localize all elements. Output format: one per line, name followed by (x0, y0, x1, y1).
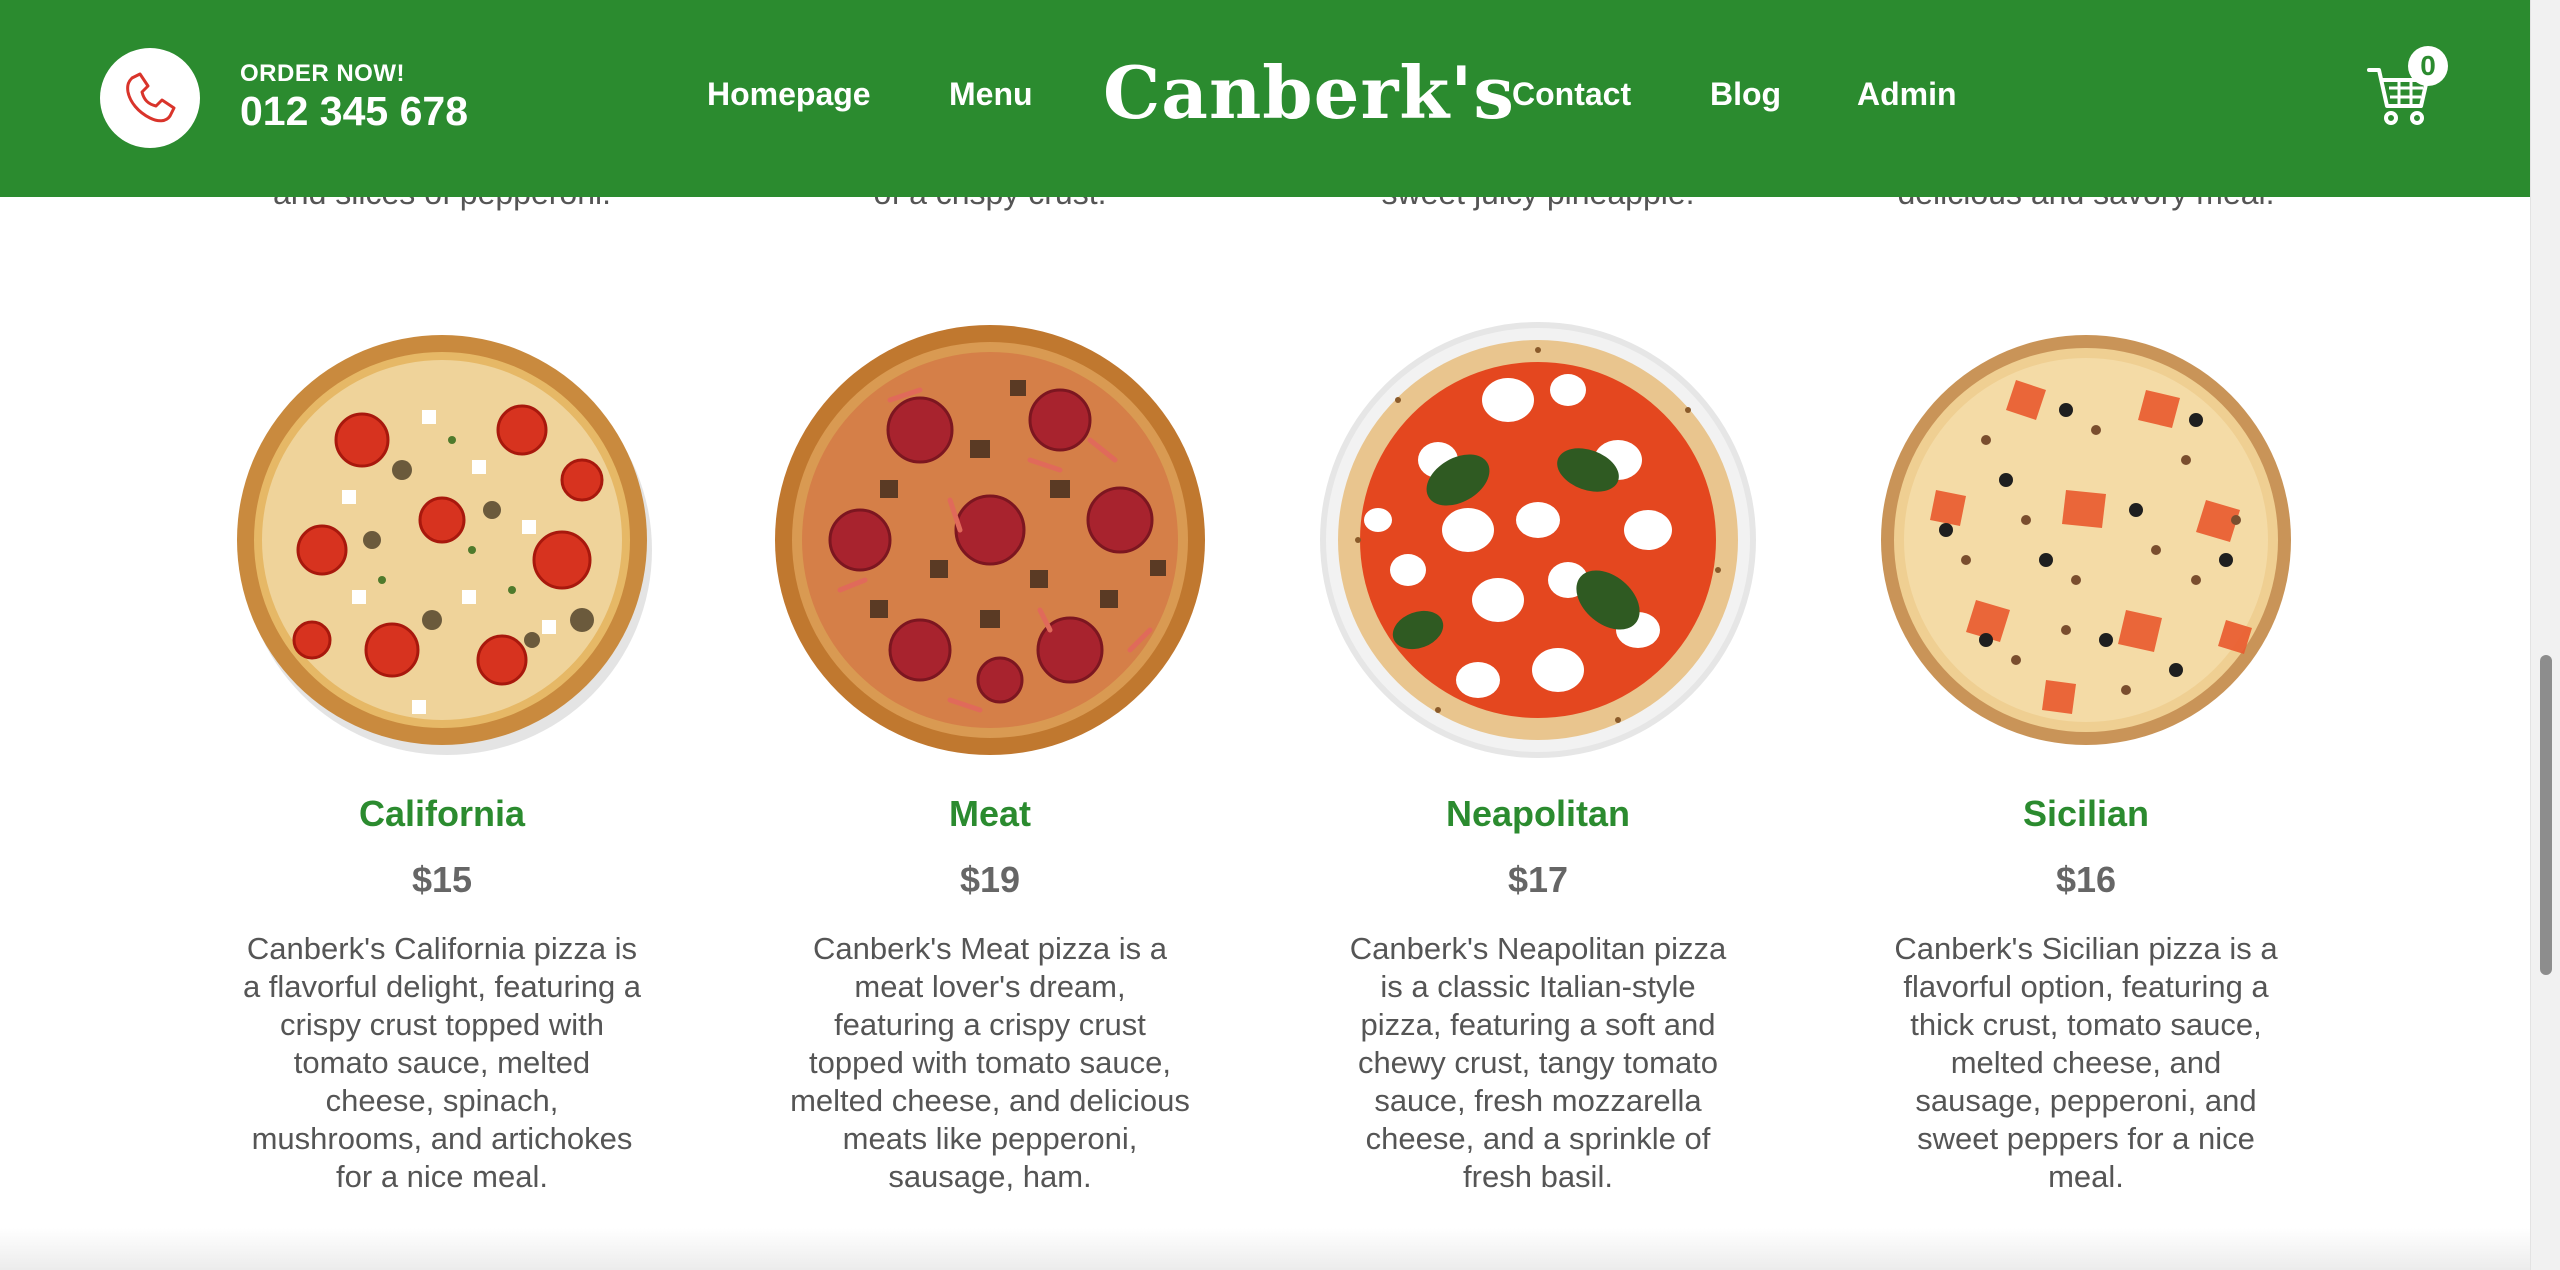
nav-link-admin[interactable]: Admin (1857, 76, 1957, 113)
product-description: Canberk's Sicilian pizza is a flavorful … (1894, 931, 2278, 1194)
page: and slices of pepperoni. of a crispy cru… (0, 0, 2560, 1270)
site-header: ORDER NOW! 012 345 678 Homepage Menu Can… (0, 0, 2530, 197)
california-pizza-image[interactable] (222, 320, 662, 760)
cart-count-badge: 0 (2408, 46, 2448, 86)
product-price: $19 (959, 859, 1021, 900)
meat-pizza-image[interactable] (770, 320, 1210, 760)
vertical-scrollbar[interactable] (2530, 0, 2560, 1270)
product-name[interactable]: Sicilian (1876, 792, 2296, 836)
product-description: Canberk's Meat pizza is a meat lover's d… (790, 931, 1190, 1194)
site-logo[interactable]: Canberk's (1103, 50, 1514, 135)
bottom-edge-shadow (0, 1228, 2530, 1270)
product-name[interactable]: California (232, 792, 652, 836)
order-phone-number[interactable]: 012 345 678 (240, 88, 468, 135)
order-now-label: ORDER NOW! (240, 60, 405, 87)
nav-link-contact[interactable]: Contact (1512, 76, 1631, 113)
product-price: $16 (2055, 859, 2117, 900)
product-price: $15 (411, 859, 473, 900)
product-description: Canberk's California pizza is a flavorfu… (242, 931, 642, 1194)
product-name[interactable]: Meat (780, 792, 1200, 836)
neapolitan-pizza-image[interactable] (1318, 320, 1758, 760)
product-card-california: California $15 Canberk's California pizz… (232, 320, 652, 1196)
nav-link-menu[interactable]: Menu (949, 76, 1033, 113)
product-card-neapolitan: Neapolitan $17 Canberk's Neapolitan pizz… (1320, 320, 1756, 1196)
scrollbar-thumb[interactable] (2540, 655, 2552, 975)
product-description: Canberk's Neapolitan pizza is a classic … (1349, 931, 1727, 1194)
product-price: $17 (1507, 859, 1569, 900)
product-card-sicilian: Sicilian $16 Canberk's Sicilian pizza is… (1876, 320, 2296, 1196)
nav-link-blog[interactable]: Blog (1710, 76, 1781, 113)
phone-icon (126, 72, 176, 123)
product-card-meat: Meat $19 Canberk's Meat pizza is a meat … (775, 320, 1205, 1196)
product-name[interactable]: Neapolitan (1328, 792, 1748, 836)
phone-button[interactable] (100, 48, 200, 148)
nav-link-homepage[interactable]: Homepage (707, 76, 871, 113)
sicilian-pizza-image[interactable] (1866, 320, 2306, 760)
